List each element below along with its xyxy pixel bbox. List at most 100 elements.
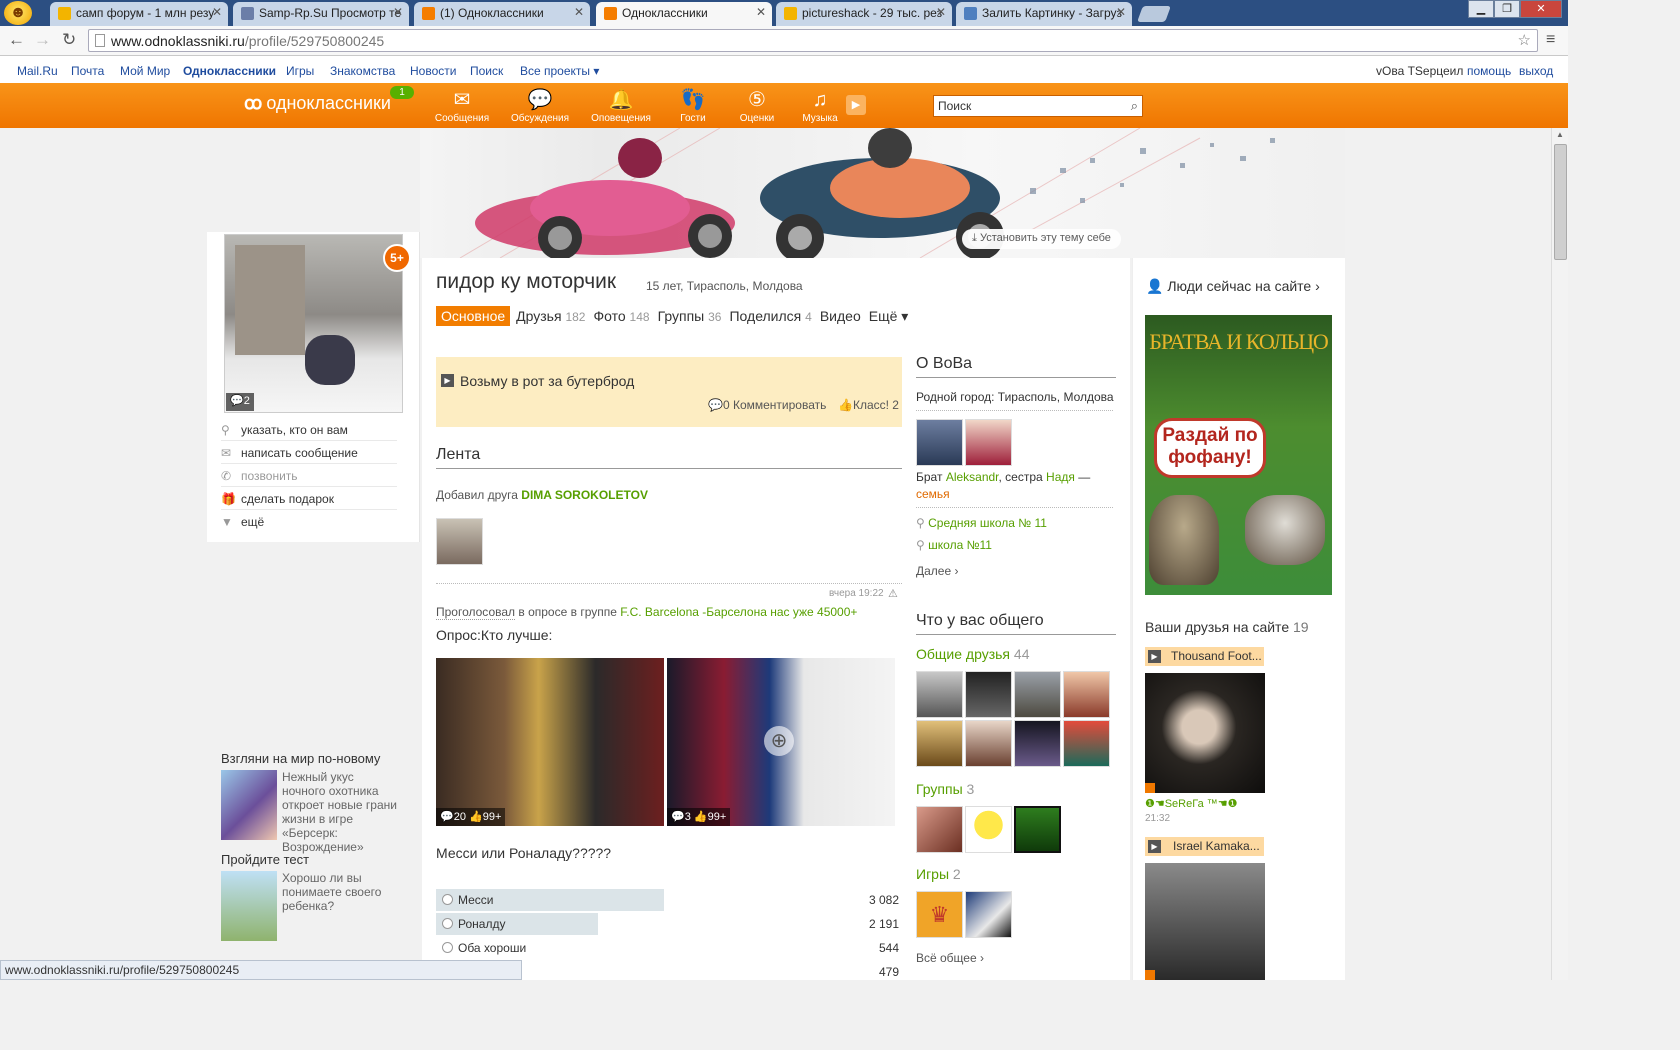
about-more-link[interactable]: Далее › <box>916 564 958 578</box>
bookmark-star-icon[interactable]: ☆ <box>1518 31 1531 49</box>
poll-photo-2[interactable]: ⊕ 💬3 👍99+ <box>667 658 895 826</box>
browser-tab[interactable]: Залить Картинку - Загруз ✕ <box>956 2 1132 26</box>
poll-radio[interactable] <box>442 894 453 905</box>
mailru-link-2[interactable]: Мой Мир <box>120 64 170 78</box>
browser-tab[interactable]: pictureshack - 29 тыс. рез ✕ <box>776 2 952 26</box>
action-gift[interactable]: 🎁 сделать подарок <box>221 488 397 510</box>
common-friend-avatar[interactable] <box>916 671 963 718</box>
new-tab-button[interactable] <box>1137 6 1171 22</box>
family-link[interactable]: семья <box>916 487 950 501</box>
common-friend-avatar[interactable] <box>1014 671 1061 718</box>
mailru-help[interactable]: помощь <box>1467 64 1511 78</box>
school-1[interactable]: ⚲ Средняя школа № 11 <box>916 516 1047 530</box>
sister-avatar[interactable] <box>965 419 1012 466</box>
reload-icon[interactable]: ↻ <box>62 30 76 50</box>
group-thumb-2[interactable] <box>965 806 1012 853</box>
tab-more[interactable]: Ещё ▾ <box>869 308 909 325</box>
browser-tab[interactable]: Samp-Rp.Su Просмотр те ✕ <box>233 2 409 26</box>
search-input[interactable]: Поиск ⌕ <box>933 95 1143 117</box>
zoom-icon[interactable]: ⊕ <box>764 726 794 756</box>
common-friends-heading[interactable]: Общие друзья 44 <box>916 646 1029 662</box>
common-friend-avatar[interactable] <box>965 720 1012 767</box>
play-icon[interactable]: ▶ <box>1148 840 1161 853</box>
common-friend-avatar[interactable] <box>1063 720 1110 767</box>
mailru-logout[interactable]: выход <box>1519 64 1553 78</box>
browser-app-icon[interactable]: ☻ <box>4 1 32 25</box>
tab-video[interactable]: Видео <box>820 308 861 324</box>
nav-notifications[interactable]: 🔔 Оповещения <box>590 89 652 124</box>
mailru-link-1[interactable]: Почта <box>71 64 104 78</box>
minimize-icon[interactable]: ▁ <box>1468 0 1494 18</box>
friend-2-avatar[interactable] <box>1145 863 1265 980</box>
nav-messages[interactable]: ✉ Сообщения <box>431 89 493 124</box>
left-ad-2-text[interactable]: Хорошо ли вы понимаете своего ребенка? <box>282 871 400 913</box>
tab-close-icon[interactable]: ✕ <box>936 5 946 19</box>
music-play-icon[interactable]: ▶ <box>846 95 866 115</box>
game-thumb-2[interactable] <box>965 891 1012 938</box>
common-games-heading[interactable]: Игры 2 <box>916 866 961 882</box>
back-arrow-icon[interactable]: ← <box>8 30 25 50</box>
report-icon[interactable]: ⚠ <box>888 587 898 600</box>
friend-2-music[interactable]: ▶ Israel Kamaka... <box>1145 837 1264 856</box>
poll-radio[interactable] <box>442 918 453 929</box>
common-friend-avatar[interactable] <box>1014 720 1061 767</box>
nav-guests[interactable]: 👣 Гости <box>662 89 724 124</box>
mailru-link-5[interactable]: Знакомства <box>330 64 395 78</box>
scroll-up-icon[interactable]: ▲ <box>1556 130 1564 139</box>
action-write-message[interactable]: ✉ написать сообщение <box>221 442 397 464</box>
left-ad-2-image[interactable] <box>221 871 277 941</box>
scrollbar-thumb[interactable] <box>1554 144 1567 260</box>
tab-close-icon[interactable]: ✕ <box>756 5 766 19</box>
tab-close-icon[interactable]: ✕ <box>574 5 584 19</box>
close-window-icon[interactable]: ✕ <box>1520 0 1562 18</box>
group-thumb-3[interactable] <box>1014 806 1061 853</box>
friend-1-name[interactable]: ❶☚SeReГа ™☚❶ <box>1145 797 1237 810</box>
profile-avatar[interactable]: 💬2 <box>224 234 403 413</box>
browser-tab[interactable]: самп форум - 1 млн резу ✕ <box>50 2 228 26</box>
action-call[interactable]: ✆ позвонить <box>221 465 397 487</box>
mailru-link-0[interactable]: Mail.Ru <box>17 64 58 78</box>
common-groups-heading[interactable]: Группы 3 <box>916 781 974 797</box>
voted-link[interactable]: Проголосовал <box>436 605 516 620</box>
common-friend-avatar[interactable] <box>916 720 963 767</box>
poll-radio[interactable] <box>442 942 453 953</box>
tab-groups[interactable]: Группы 36 <box>658 308 722 324</box>
browser-tab[interactable]: (1) Одноклассники ✕ <box>414 2 590 26</box>
action-set-relation[interactable]: ⚲ указать, кто он вам <box>221 419 397 441</box>
poll-photo-1[interactable]: 💬20 👍99+ <box>436 658 664 826</box>
game-thumb-1[interactable]: ♛ <box>916 891 963 938</box>
page-scrollbar[interactable]: ▲ <box>1551 128 1568 980</box>
tab-friends[interactable]: Друзья 182 <box>516 308 585 324</box>
friends-online-heading[interactable]: Ваши друзья на сайте 19 <box>1145 619 1309 635</box>
status-like-link[interactable]: 👍Класс! 2 <box>838 398 899 412</box>
menu-wrench-icon[interactable]: ≡ <box>1546 31 1555 49</box>
tab-main[interactable]: Основное <box>436 306 511 326</box>
left-ad-1-image[interactable] <box>221 770 277 840</box>
mailru-link-8[interactable]: Все проекты ▾ <box>520 64 599 78</box>
install-theme-button[interactable]: ⤓ Установить эту тему себе <box>962 229 1121 249</box>
nav-discussions[interactable]: 💬 Обсуждения <box>509 89 571 124</box>
logo-notification-badge[interactable]: 1 <box>390 86 414 99</box>
friend-1-music[interactable]: ▶ Thousand Foot... <box>1145 647 1264 666</box>
school-link[interactable]: школа №11 <box>928 538 992 552</box>
mailru-link-4[interactable]: Игры <box>286 64 314 78</box>
ok-logo[interactable]: ꝏ одноклассники <box>244 93 391 114</box>
tab-close-icon[interactable]: ✕ <box>393 5 403 19</box>
search-icon[interactable]: ⌕ <box>1131 98 1138 114</box>
nav-ratings[interactable]: ⑤ Оценки <box>726 89 788 124</box>
play-icon[interactable]: ▶ <box>1148 650 1161 663</box>
mailru-link-7[interactable]: Поиск <box>470 64 503 78</box>
left-ad-1-text[interactable]: Нежный укус ночного охотника откроет нов… <box>282 770 400 854</box>
tab-photos[interactable]: Фото 148 <box>593 308 649 324</box>
maximize-icon[interactable]: ❐ <box>1494 0 1520 18</box>
status-play-icon[interactable]: ▶ <box>441 374 454 387</box>
friend-1-avatar[interactable] <box>1145 673 1265 793</box>
common-friend-avatar[interactable] <box>965 671 1012 718</box>
brother-avatar[interactable] <box>916 419 963 466</box>
nav-music[interactable]: ♫ Музыка <box>789 89 851 124</box>
left-ad-2-title[interactable]: Пройдите тест <box>221 852 309 867</box>
address-bar[interactable]: www.odnoklassniki.ru/profile/52975080024… <box>88 29 1538 52</box>
tab-close-icon[interactable]: ✕ <box>212 5 222 19</box>
feed-friend-avatar[interactable] <box>436 518 483 565</box>
common-friend-avatar[interactable] <box>1063 671 1110 718</box>
